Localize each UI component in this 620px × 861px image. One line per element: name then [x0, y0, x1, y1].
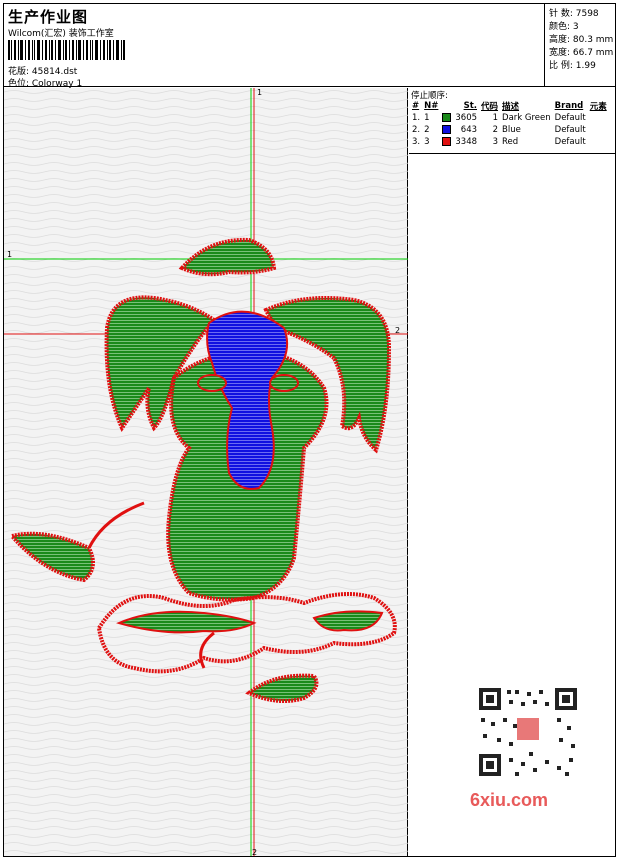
design-canvas: 1 1 2 2: [4, 88, 408, 857]
table-row: 3. 3 3348 3 Red Default: [410, 136, 609, 148]
guide-label-v2: 2: [252, 848, 258, 857]
color-swatch: [442, 113, 452, 122]
color-swatch-cell: [440, 136, 453, 148]
row-stitches: 3605: [455, 113, 478, 123]
guide-label-h2: 2: [395, 326, 401, 335]
stop-sequence-panel: 停止顺序: # N# St. 代码 描述 Brand 元素 1. 1 3605 …: [409, 88, 615, 154]
col-header-num: #: [412, 101, 420, 111]
watermark-logo: 6xiu.com: [470, 790, 549, 810]
color-swatch: [442, 137, 452, 146]
col-header-desc: 描述: [502, 102, 520, 112]
color-swatch-cell: [440, 124, 453, 136]
row-brand: Default: [554, 125, 586, 135]
stats-panel: 针 数: 7598 颜色: 3 高度: 80.3 mm 宽度: 66.7 mm …: [545, 4, 615, 87]
guide-label-h1: 1: [7, 250, 13, 259]
col-header-brand: Brand: [554, 101, 584, 111]
barcode: [8, 40, 125, 60]
row-n: 3: [424, 137, 430, 147]
table-row: 1. 1 3605 1 Dark Green Default: [410, 112, 609, 124]
color-swatch: [442, 125, 452, 134]
col-header-element: 元素: [589, 102, 607, 112]
row-brand: Default: [554, 137, 586, 147]
col-header-n: N#: [424, 101, 439, 111]
col-header-code: 代码: [481, 102, 499, 112]
stitch-count: 针 数: 7598: [549, 9, 599, 19]
row-desc: Red: [502, 137, 519, 147]
row-num: 3.: [412, 137, 421, 147]
embroidery-preview: [4, 88, 408, 856]
height-value: 高度: 80.3 mm: [549, 35, 614, 45]
page-title: 生产作业图: [8, 8, 89, 26]
row-code: 1: [492, 113, 499, 123]
row-n: 1: [424, 113, 430, 123]
row-num: 2.: [412, 125, 421, 135]
guide-label-v1: 1: [257, 88, 263, 97]
table-row: 2. 2 643 2 Blue Default: [410, 124, 609, 136]
row-stitches: 3348: [455, 137, 478, 147]
col-header-color: [440, 100, 453, 112]
color-swatch-cell: [440, 112, 453, 124]
col-header-stitches: St.: [463, 101, 478, 111]
width-value: 宽度: 66.7 mm: [549, 48, 614, 58]
row-desc: Blue: [502, 125, 521, 135]
row-desc: Dark Green: [502, 113, 551, 123]
stop-sequence-table: # N# St. 代码 描述 Brand 元素 1. 1 3605 1 Dark…: [410, 100, 609, 148]
scale-value: 比 例: 1.99: [549, 61, 596, 71]
row-num: 1.: [412, 113, 421, 123]
row-code: 2: [492, 125, 499, 135]
row-code: 3: [492, 137, 499, 147]
qr-code: [469, 682, 587, 782]
color-count: 颜色: 3: [549, 22, 579, 32]
row-stitches: 643: [460, 125, 478, 135]
row-brand: Default: [554, 113, 586, 123]
qr-center-logo: [517, 718, 539, 740]
company-name: Wilcom(汇宏) 装饰工作室: [8, 29, 114, 39]
header-panel: 生产作业图 Wilcom(汇宏) 装饰工作室 花版: 45814.dst 色位:…: [4, 4, 545, 89]
row-n: 2: [424, 125, 430, 135]
